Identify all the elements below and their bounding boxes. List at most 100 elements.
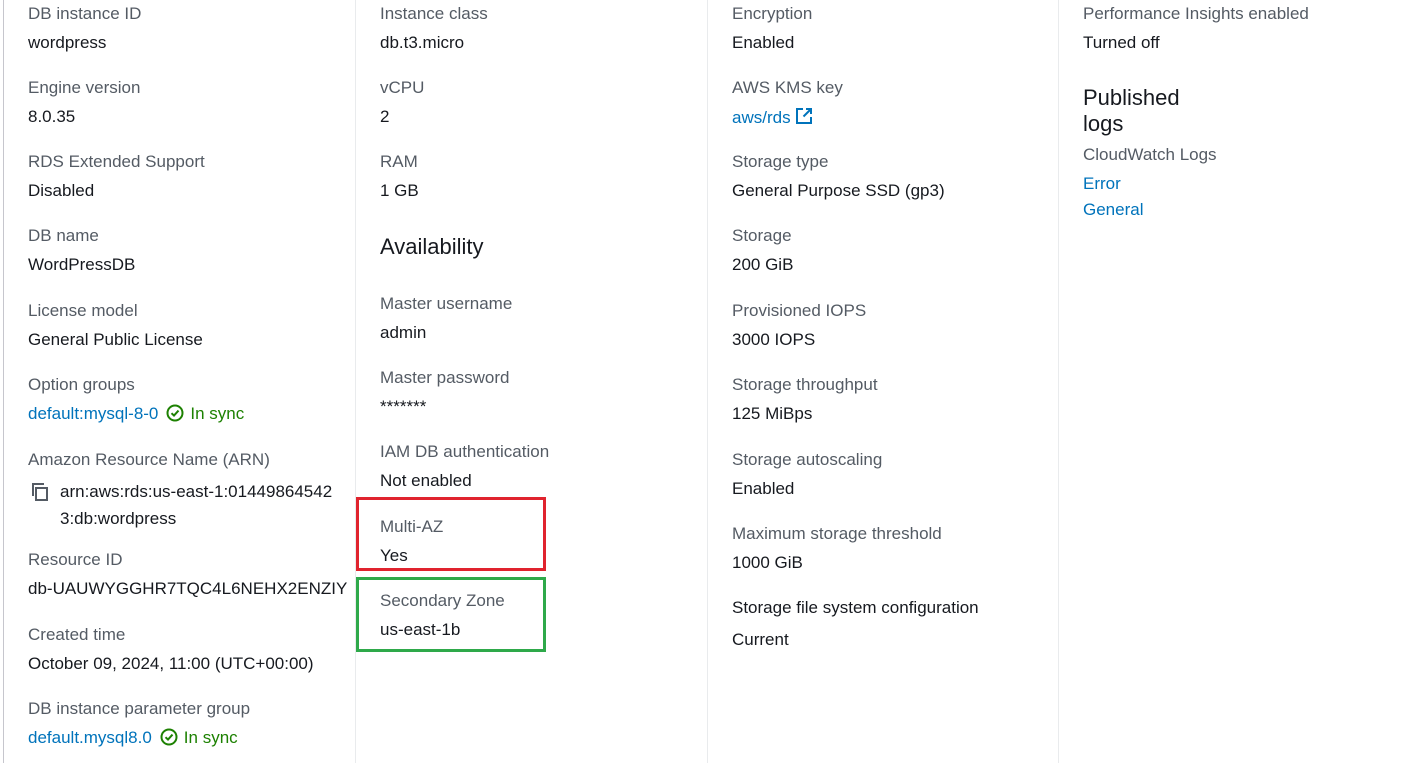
field-value: 125 MiBps <box>732 404 813 423</box>
field-label: vCPU <box>380 78 425 97</box>
external-link-icon[interactable] <box>795 107 813 125</box>
field-fs-config: Storage file system configuration Curren… <box>732 598 979 650</box>
field-label: IAM DB authentication <box>380 442 550 461</box>
field-value: default:mysql-8-0 In sync <box>28 404 244 424</box>
availability-heading: Availability <box>380 234 484 259</box>
field-label: Master password <box>380 368 510 387</box>
field-max-storage-threshold: Maximum storage threshold 1000 GiB <box>732 524 942 573</box>
field-ram: RAM 1 GB <box>380 152 419 201</box>
log-link-error[interactable]: Error <box>1083 174 1121 193</box>
field-label: Encryption <box>732 4 813 23</box>
field-label: DB instance ID <box>28 4 142 23</box>
field-value: default.mysql8.0 In sync <box>28 728 250 748</box>
field-label: DB instance parameter group <box>28 699 251 718</box>
field-label: Engine version <box>28 78 141 97</box>
panel-left-border <box>3 0 4 763</box>
field-label: Master username <box>380 294 513 313</box>
field-label: CloudWatch Logs <box>1083 145 1217 164</box>
field-value: General Public License <box>28 330 203 349</box>
field-label: Storage autoscaling <box>732 450 883 469</box>
field-value: Turned off <box>1083 33 1160 52</box>
field-extended-support: RDS Extended Support Disabled <box>28 152 205 201</box>
field-value: aws/rds <box>732 107 843 128</box>
field-cloudwatch-logs: CloudWatch Logs Error General <box>1083 145 1217 220</box>
field-value: 1000 GiB <box>732 553 803 572</box>
field-storage-throughput: Storage throughput 125 MiBps <box>732 375 878 424</box>
field-value: admin <box>380 323 427 342</box>
field-resource-id: Resource ID db-UAUWYGGHR7TQC4L6NEHX2ENZI… <box>28 550 347 599</box>
field-provisioned-iops: Provisioned IOPS 3000 IOPS <box>732 301 866 350</box>
field-label: Storage file system configuration <box>732 598 979 617</box>
column-divider-3 <box>1058 0 1059 763</box>
field-label: Maximum storage threshold <box>732 524 942 543</box>
field-value: 1 GB <box>380 181 419 200</box>
field-label: Storage type <box>732 152 829 171</box>
field-value: ******* <box>380 397 427 416</box>
field-storage-type: Storage type General Purpose SSD (gp3) <box>732 152 945 201</box>
field-db-name: DB name WordPressDB <box>28 226 135 275</box>
field-label: RDS Extended Support <box>28 152 205 171</box>
field-master-password: Master password ******* <box>380 368 509 417</box>
option-group-link[interactable]: default:mysql-8-0 <box>28 404 158 423</box>
field-value: db-UAUWYGGHR7TQC4L6NEHX2ENZIY <box>28 579 348 598</box>
field-iam-auth: IAM DB authentication Not enabled <box>380 442 549 491</box>
field-value: Enabled <box>732 479 795 498</box>
field-label: DB name <box>28 226 99 245</box>
field-storage: Storage 200 GiB <box>732 226 793 275</box>
status-in-sync: In sync <box>190 404 245 423</box>
field-label: Created time <box>28 625 126 644</box>
arn-value: arn:aws:rds:us-east-1:014498645423:db:wo… <box>60 482 333 528</box>
status-in-sync: In sync <box>183 728 238 747</box>
field-performance-insights: Performance Insights enabled Turned off <box>1083 4 1309 53</box>
copy-icon[interactable] <box>28 480 52 504</box>
field-option-groups: Option groups default:mysql-8-0 In sync <box>28 375 244 424</box>
highlight-box-multi-az <box>356 497 546 571</box>
field-value: Current <box>732 630 789 649</box>
field-label: Option groups <box>28 375 135 394</box>
field-value: db.t3.micro <box>380 33 465 52</box>
field-value: wordpress <box>28 33 107 52</box>
kms-key-link[interactable]: aws/rds <box>732 108 791 127</box>
field-value: 8.0.35 <box>28 107 76 126</box>
highlight-box-secondary-zone <box>356 577 546 652</box>
published-logs-heading: Published logs <box>1083 85 1180 136</box>
field-label: License model <box>28 301 138 320</box>
field-arn: Amazon Resource Name (ARN) arn:aws:rds:u… <box>28 450 335 532</box>
field-value: October 09, 2024, 11:00 (UTC+00:00) <box>28 654 314 673</box>
field-value: Disabled <box>28 181 95 200</box>
column-divider-2 <box>707 0 708 763</box>
field-license-model: License model General Public License <box>28 301 203 350</box>
field-engine-version: Engine version 8.0.35 <box>28 78 140 127</box>
parameter-group-link[interactable]: default.mysql8.0 <box>28 728 152 747</box>
field-label: Provisioned IOPS <box>732 301 867 320</box>
log-link-general[interactable]: General <box>1083 200 1143 219</box>
field-value: 3000 IOPS <box>732 330 816 349</box>
field-label: Performance Insights enabled <box>1083 4 1309 23</box>
field-instance-class: Instance class db.t3.micro <box>380 4 488 53</box>
field-label: Instance class <box>380 4 488 23</box>
field-storage-autoscaling: Storage autoscaling Enabled <box>732 450 882 499</box>
field-value: General Purpose SSD (gp3) <box>732 181 945 200</box>
field-encryption: Encryption Enabled <box>732 4 812 53</box>
field-value: 2 <box>380 107 390 126</box>
field-label: Amazon Resource Name (ARN) <box>28 450 270 469</box>
cloudwatch-log-links: Error General <box>1083 174 1217 220</box>
field-master-username: Master username admin <box>380 294 512 343</box>
field-label: Resource ID <box>28 550 123 569</box>
arn-row: arn:aws:rds:us-east-1:014498645423:db:wo… <box>28 478 335 532</box>
field-value: WordPressDB <box>28 255 136 274</box>
field-created-time: Created time October 09, 2024, 11:00 (UT… <box>28 625 314 674</box>
field-value: Not enabled <box>380 471 472 490</box>
field-kms-key: AWS KMS key aws/rds <box>732 78 843 128</box>
field-label: AWS KMS key <box>732 78 843 97</box>
success-check-icon <box>160 728 178 746</box>
field-parameter-group: DB instance parameter group default.mysq… <box>28 699 250 748</box>
field-vcpu: vCPU 2 <box>380 78 424 127</box>
field-label: Storage <box>732 226 792 245</box>
field-label: RAM <box>380 152 418 171</box>
field-label: Storage throughput <box>732 375 878 394</box>
field-value: Enabled <box>732 33 795 52</box>
field-value: 200 GiB <box>732 255 794 274</box>
success-check-icon <box>166 404 184 422</box>
field-db-instance-id: DB instance ID wordpress <box>28 4 141 53</box>
